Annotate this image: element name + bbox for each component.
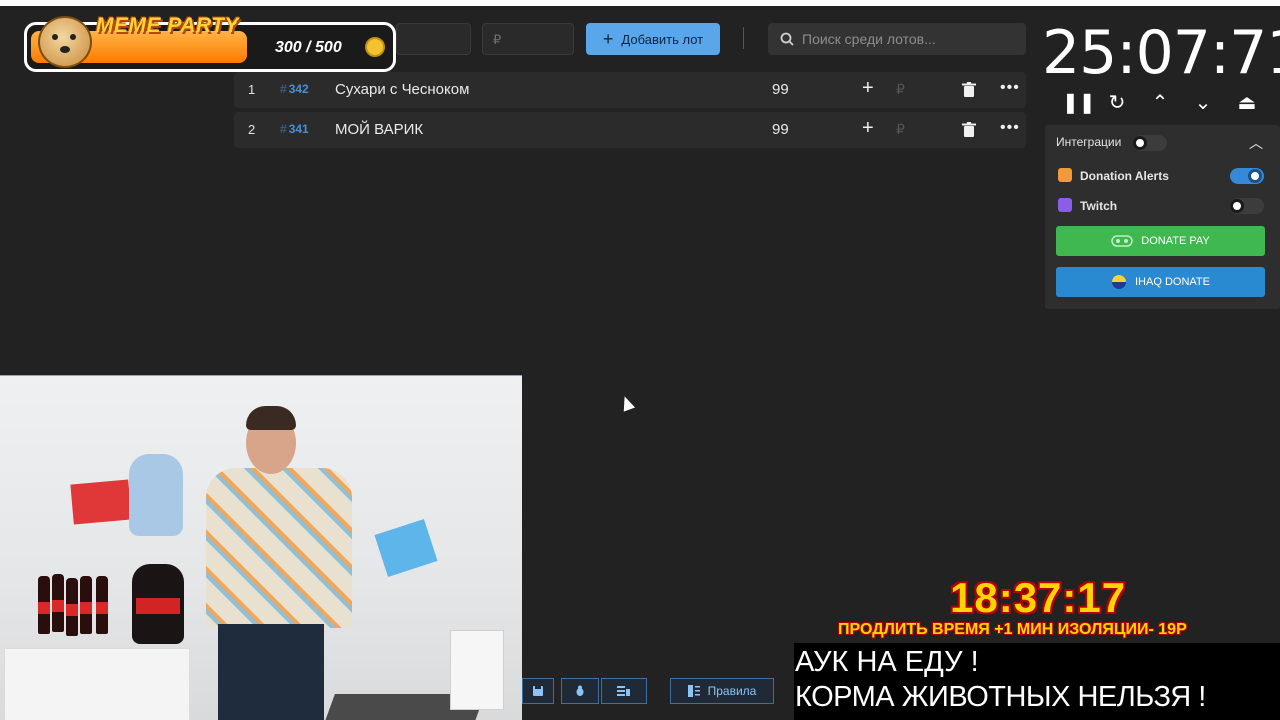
save-icon [533, 686, 543, 696]
toggle-knob [1230, 199, 1244, 213]
ihaq-icon [1112, 275, 1126, 289]
plus-icon: + [602, 29, 614, 49]
lot-amount-input[interactable]: ₽ [896, 81, 905, 98]
add-amount-icon[interactable]: + [862, 77, 874, 100]
twitch-icon [1058, 198, 1072, 212]
search-placeholder: Поиск среди лотов... [802, 31, 936, 47]
toggle-knob [1248, 169, 1262, 183]
increase-icon[interactable]: ⌃ [1148, 92, 1172, 114]
lot-id-value: 342 [288, 82, 309, 96]
integrations-header: Интеграции [1056, 135, 1122, 149]
extend-time-text: ПРОДЛИТЬ ВРЕМЯ +1 МИН ИЗОЛЯЦИИ- 19Р [838, 621, 1187, 638]
ihaq-donate-label: IHAQ DONATE [1135, 276, 1210, 288]
lot-name[interactable]: МОЙ ВАРИК [335, 121, 423, 138]
delete-list-icon [617, 686, 630, 696]
rules-label: Правила [707, 684, 757, 698]
lot-price-input[interactable]: ₽ [482, 23, 574, 55]
donate-pay-button[interactable]: DONATE PAY [1056, 226, 1265, 256]
donation-alerts-icon [1058, 168, 1072, 182]
lot-index: 2 [248, 122, 256, 137]
integrations-panel: Интеграции ︿ Donation Alerts Twitch DONA… [1045, 125, 1280, 309]
lot-row[interactable]: 2 #341 МОЙ ВАРИК 99 + ₽ ••• [234, 112, 1026, 148]
pause-icon[interactable]: ❚❚ [1062, 92, 1096, 114]
save-button[interactable] [522, 678, 554, 704]
rules-button[interactable]: Правила [670, 678, 774, 704]
more-options-icon[interactable]: ••• [1000, 119, 1020, 137]
more-options-icon[interactable]: ••• [1000, 79, 1020, 97]
lot-name-input[interactable] [396, 23, 471, 55]
coin-icon [365, 37, 385, 57]
coca-cola-banner [70, 479, 132, 525]
trash-icon[interactable] [962, 122, 976, 138]
auction-banner: АУК НА ЕДУ ! КОРМА ЖИВОТНЫХ НЕЛЬЗЯ ! [794, 643, 1280, 720]
meme-party-title: MEME PARTY [96, 14, 240, 37]
doge-logo [38, 16, 92, 68]
auction-timer: 25:07:71 [1042, 18, 1280, 88]
laundry-basket [450, 630, 504, 710]
cola-bottle [38, 576, 50, 634]
bug-report-button[interactable] [561, 678, 599, 704]
trash-icon[interactable] [962, 82, 976, 98]
banner-line-2: КОРМА ЖИВОТНЫХ НЕЛЬЗЯ ! [795, 681, 1206, 713]
hash-icon: # [280, 122, 287, 136]
lot-row[interactable]: 1 #342 Сухари с Чесноком 99 + ₽ ••• [234, 72, 1026, 108]
top-border [0, 0, 1280, 6]
donation-alerts-label: Donation Alerts [1080, 169, 1169, 183]
webcam-feed [0, 375, 522, 720]
bug-icon [576, 685, 584, 696]
lot-amount-input[interactable]: ₽ [896, 121, 905, 138]
water-jug [129, 454, 183, 536]
add-lot-label: Добавить лот [621, 31, 704, 47]
donation-alerts-toggle[interactable] [1230, 168, 1264, 184]
isolation-clock: 18:37:17 [950, 574, 1127, 621]
cola-bottle [66, 578, 78, 636]
add-lot-button[interactable]: + Добавить лот [586, 23, 720, 55]
lot-name[interactable]: Сухари с Чесноком [335, 81, 469, 98]
search-input[interactable]: Поиск среди лотов... [768, 23, 1026, 55]
lot-amount: 99 [772, 81, 789, 98]
gamepad-icon [1111, 235, 1134, 247]
toggle-knob [1133, 136, 1147, 150]
mouse-cursor [618, 394, 636, 412]
cola-bottle [80, 576, 92, 634]
table [4, 648, 190, 720]
add-amount-icon[interactable]: + [862, 117, 874, 140]
decrease-icon[interactable]: ⌄ [1191, 92, 1215, 114]
search-icon [780, 32, 794, 46]
chevron-up-icon[interactable]: ︿ [1249, 133, 1263, 153]
mentos-banner [374, 519, 438, 577]
donate-pay-label: DONATE PAY [1141, 235, 1210, 247]
hash-icon: # [280, 82, 287, 96]
lot-id: #342 [280, 82, 309, 96]
collapse-icon[interactable]: ⏏ [1235, 92, 1259, 114]
stream-screen: 300 / 500 MEME PARTY ₽ + Добавить лот По… [0, 0, 1280, 720]
twitch-toggle[interactable] [1230, 198, 1264, 214]
banner-line-1: АУК НА ЕДУ ! [795, 646, 979, 678]
lot-id-value: 341 [288, 122, 309, 136]
reset-icon[interactable]: ↻ [1105, 92, 1129, 114]
cola-bottle [52, 574, 64, 632]
ihaq-donate-button[interactable]: IHAQ DONATE [1056, 267, 1265, 297]
twitch-label: Twitch [1080, 199, 1118, 213]
person-shorts [218, 624, 324, 720]
integrations-toggle[interactable] [1133, 135, 1167, 151]
lot-amount: 99 [772, 121, 789, 138]
cola-bottle [96, 576, 108, 634]
person-shirt [206, 468, 352, 628]
clear-list-button[interactable] [601, 678, 647, 704]
cola-jug [132, 564, 184, 644]
person-hair [246, 406, 296, 430]
lot-index: 1 [248, 82, 256, 97]
progress-count: 300 / 500 [275, 39, 342, 56]
rules-icon [687, 685, 700, 697]
toolbar-divider [743, 27, 744, 49]
lot-id: #341 [280, 122, 309, 136]
